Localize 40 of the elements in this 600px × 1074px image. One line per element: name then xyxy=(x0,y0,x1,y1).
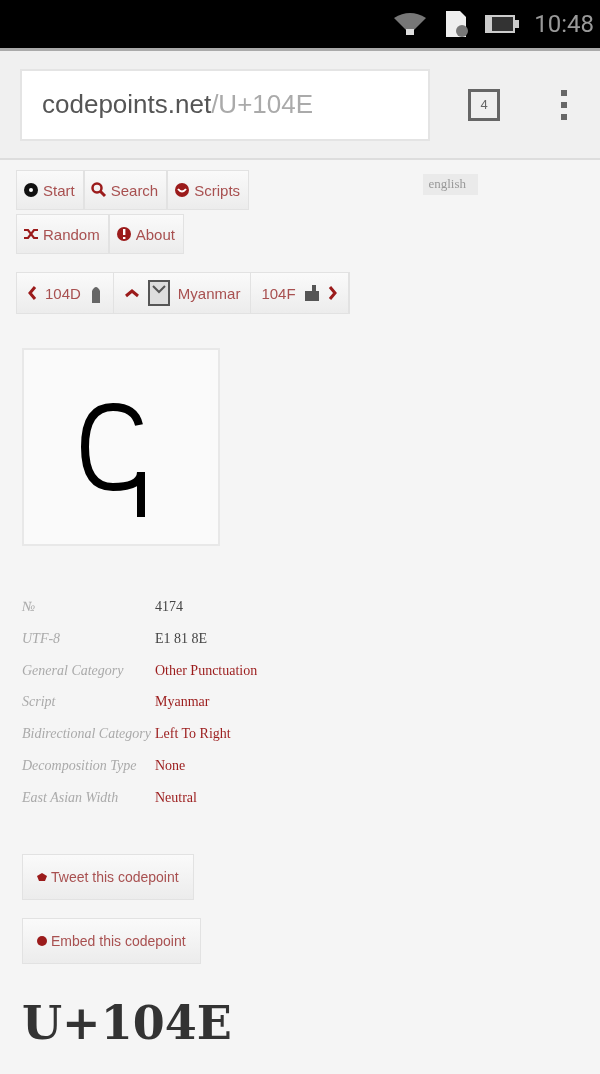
property-label: General Category xyxy=(22,661,125,680)
property-link[interactable]: None xyxy=(154,750,584,782)
nav-button[interactable]: Start xyxy=(16,170,84,210)
property-label: Bidirectional Category xyxy=(22,725,152,744)
next-link[interactable]: 104F xyxy=(251,273,349,313)
nav-button[interactable]: About xyxy=(108,214,184,254)
chevron-left-icon xyxy=(27,285,37,301)
nav-button[interactable]: Search xyxy=(83,170,168,210)
address-bar[interactable]: codepoints.net/U+104E xyxy=(20,68,430,141)
property-label: Decomposition Type xyxy=(22,757,138,775)
previous-link[interactable]: 104D xyxy=(17,273,114,313)
document-icon xyxy=(444,9,471,39)
property-label: Script xyxy=(22,693,57,712)
embed-button[interactable]: Embed this codepoint xyxy=(22,917,201,964)
tab-count-button[interactable]: 4 xyxy=(468,88,500,121)
property-label: № xyxy=(22,598,37,616)
property-value: 4174 xyxy=(154,598,184,616)
info-icon xyxy=(115,226,132,242)
property-link[interactable]: Other Punctuation xyxy=(154,654,584,687)
glyph-thumbnail-icon xyxy=(303,285,320,301)
property-label: East Asian Width xyxy=(22,788,120,807)
search-icon xyxy=(90,182,107,198)
menu-icon[interactable] xyxy=(560,89,568,120)
dot-icon xyxy=(37,935,47,946)
nav-button[interactable]: Random xyxy=(16,214,109,254)
shuffle-icon xyxy=(23,226,39,242)
codepoint-heading: U+104E xyxy=(22,995,233,1050)
property-link[interactable]: Neutral xyxy=(154,781,584,814)
property-link[interactable]: Myanmar xyxy=(154,686,584,719)
script-link[interactable]: Myanmar xyxy=(113,273,252,313)
clock: 10:48 xyxy=(534,10,594,38)
property-link[interactable]: Left To Right xyxy=(154,718,584,750)
nav-button[interactable]: Scripts xyxy=(167,170,250,210)
property-label: UTF-8 xyxy=(22,629,62,648)
battery-icon xyxy=(484,13,521,35)
tweet-button[interactable]: Tweet this codepoint xyxy=(22,853,194,900)
chevron-right-icon xyxy=(327,285,338,301)
chevron-up-icon xyxy=(123,288,140,298)
property-value: E1 81 8E xyxy=(154,629,209,648)
script-thumbnail-icon xyxy=(147,280,170,306)
